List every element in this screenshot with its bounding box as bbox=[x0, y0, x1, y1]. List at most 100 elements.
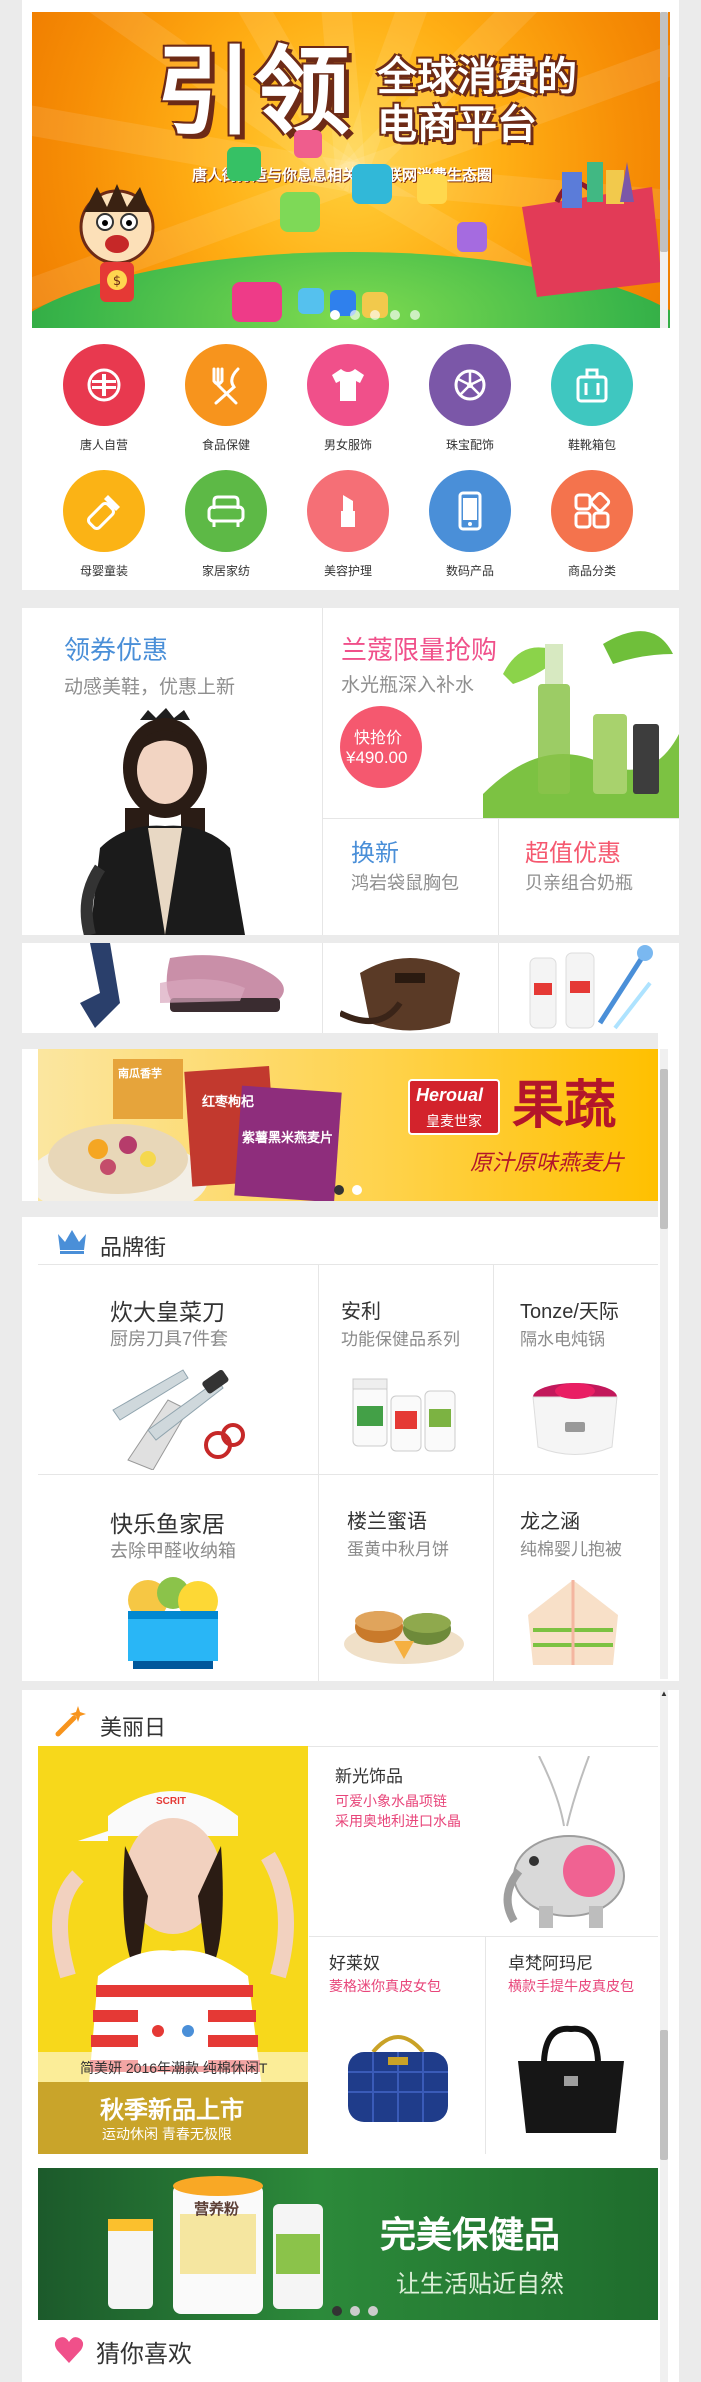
new-arrival-subtitle: 鸿岩袋鼠胸包 bbox=[351, 873, 459, 893]
hero-title-line2: 电商平台 bbox=[377, 102, 537, 148]
brand-subtitle: 蛋黄中秋月饼 bbox=[347, 1540, 449, 1559]
flash-price-label: 快抢价 bbox=[354, 730, 403, 747]
brand-card-knife[interactable]: 炊大皇菜刀 厨房刀具7件套 bbox=[38, 1265, 318, 1474]
health-supplement-banner[interactable]: 营养粉 完美保健品 让生活贴近自然 bbox=[38, 2168, 658, 2320]
leather-bag-card[interactable]: 卓梵阿玛尼 横款手提牛皮真皮包 bbox=[486, 1937, 658, 2154]
svg-text:$: $ bbox=[113, 274, 121, 289]
health-headline: 完美保健品 bbox=[380, 2214, 561, 2255]
flash-price-badge[interactable]: 快抢价 ¥490.00 bbox=[340, 706, 422, 788]
storage-box-photo bbox=[128, 1577, 218, 1669]
autumn-label-block: 秋季新品上市 运动休闲 青春无极限 bbox=[38, 2082, 308, 2154]
leather-bag-title: 卓梵阿玛尼 bbox=[508, 1954, 593, 1973]
necklace-card[interactable]: 新光饰品 可爱小象水晶项链 采用奥地利进口水晶 bbox=[309, 1746, 658, 1936]
category-tangren[interactable]: 唐人自营 bbox=[44, 344, 164, 454]
hero-banner[interactable]: 引领 全球消费的 电商平台 唐人街打造与你息息相关的互联网消费生态圈 $ bbox=[32, 12, 670, 328]
scrollbar-middle[interactable] bbox=[660, 1049, 668, 1679]
scrollbar-top[interactable] bbox=[660, 12, 668, 328]
category-label: 数码产品 bbox=[445, 564, 494, 578]
category-food[interactable]: 食品保健 bbox=[166, 344, 286, 454]
new-arrival-card[interactable]: 换新 鸿岩袋鼠胸包 bbox=[323, 819, 498, 935]
heart-icon bbox=[54, 2337, 84, 2363]
category-beauty[interactable]: 美容护理 bbox=[288, 470, 408, 580]
tshirt-icon bbox=[307, 344, 389, 426]
health-slide-dot[interactable] bbox=[350, 2306, 360, 2316]
autumn-subtitle: 运动休闲 青春无极限 bbox=[102, 2126, 232, 2142]
coupon-subtitle: 动感美鞋，优惠上新 bbox=[64, 677, 236, 698]
app-icon-search bbox=[417, 174, 447, 204]
category-label: 商品分类 bbox=[567, 564, 616, 578]
category-baby[interactable]: 母婴童装 bbox=[44, 470, 164, 580]
category-label: 男女服饰 bbox=[323, 438, 372, 452]
flash-price-value: ¥490.00 bbox=[346, 748, 408, 767]
oat-slide-dot[interactable] bbox=[352, 1185, 362, 1195]
brand-subtitle: 厨房刀具7件套 bbox=[110, 1329, 229, 1349]
hero-slide-dot[interactable] bbox=[350, 310, 360, 320]
brand-card-amway[interactable]: 安利 功能保健品系列 bbox=[319, 1265, 493, 1474]
brand-card-mooncake[interactable]: 楼兰蜜语 蛋黄中秋月饼 bbox=[319, 1475, 493, 1681]
app-icon-wifi bbox=[294, 130, 322, 158]
scrollbar-thumb[interactable] bbox=[660, 1069, 668, 1229]
category-jewelry[interactable]: 珠宝配饰 bbox=[410, 344, 530, 454]
category-label: 唐人自营 bbox=[79, 438, 128, 452]
hero-slide-dot[interactable] bbox=[390, 310, 400, 320]
guess-you-like-title: 猜你喜欢 bbox=[96, 2341, 192, 2368]
smartphone-icon bbox=[429, 470, 511, 552]
scrollbar-thumb[interactable] bbox=[660, 2030, 668, 2160]
category-apparel[interactable]: 男女服饰 bbox=[288, 344, 408, 454]
scrollbar-thumb[interactable] bbox=[660, 12, 668, 252]
can-label: 营养粉 bbox=[194, 2201, 240, 2218]
value-deal-subtitle: 贝亲组合奶瓶 bbox=[525, 873, 633, 893]
sofa-icon bbox=[185, 470, 267, 552]
necklace-subtitle-2: 采用奥地利进口水晶 bbox=[335, 1813, 461, 1829]
category-digital[interactable]: 数码产品 bbox=[410, 470, 530, 580]
brand-title: 炊大皇菜刀 bbox=[110, 1299, 225, 1325]
mooncake-photo bbox=[344, 1611, 464, 1664]
coupon-card[interactable]: 领券优惠 动感美鞋，优惠上新 bbox=[22, 608, 322, 935]
hero-title-big: 引领 bbox=[156, 36, 352, 148]
platform-shoes-photo[interactable] bbox=[60, 943, 300, 1033]
lipstick-icon bbox=[307, 470, 389, 552]
quilted-bag-card[interactable]: 好莱奴 菱格迷你真皮女包 bbox=[309, 1937, 485, 2154]
scroll-up-arrow-icon[interactable]: ▲ bbox=[660, 1690, 668, 1698]
brand-card-storage[interactable]: 快乐鱼家居 去除甲醛收纳箱 bbox=[38, 1475, 318, 1681]
baby-wrap-photo bbox=[528, 1580, 618, 1665]
app-icon-camera bbox=[227, 147, 261, 181]
quilted-bag-subtitle: 菱格迷你真皮女包 bbox=[329, 1978, 441, 1994]
health-slide-dot[interactable] bbox=[332, 2306, 342, 2316]
oat-tagline: 原汁原味燕麦片 bbox=[470, 1150, 625, 1175]
flash-sale-subtitle: 水光瓶深入补水 bbox=[341, 675, 475, 696]
brand-subtitle: 去除甲醛收纳箱 bbox=[110, 1541, 236, 1561]
category-shoes-bags[interactable]: 鞋靴箱包 bbox=[532, 344, 652, 454]
category-label: 美容护理 bbox=[323, 564, 372, 578]
hero-slide-dot[interactable] bbox=[330, 310, 340, 320]
health-slide-dot[interactable] bbox=[368, 2306, 378, 2316]
brand-subtitle: 纯棉婴儿抱被 bbox=[520, 1540, 622, 1559]
supplement-bottles-photo bbox=[352, 1378, 456, 1452]
health-tagline: 让生活贴近自然 bbox=[396, 2271, 564, 2298]
value-deal-card[interactable]: 超值优惠 贝亲组合奶瓶 bbox=[499, 819, 679, 935]
autumn-fashion-banner[interactable]: SCRIT 简美妍 2016年潮款 纯棉休闲T 秋季新品上市 运动休闲 青春无极… bbox=[38, 1746, 308, 2154]
oat-products-photo bbox=[38, 1059, 342, 1201]
blue-quilted-bag-photo bbox=[348, 2035, 448, 2122]
baby-bottles-photo[interactable] bbox=[520, 943, 660, 1033]
shopping-bag-icon bbox=[522, 162, 662, 297]
shopping-cart-icon bbox=[232, 282, 282, 322]
bag-label: 红枣枸杞 bbox=[202, 1094, 255, 1109]
section-gap bbox=[22, 1201, 658, 1217]
oat-slide-dot[interactable] bbox=[334, 1185, 344, 1195]
category-label: 母婴童装 bbox=[79, 564, 128, 578]
oat-cereal-banner[interactable]: 南瓜香芋 红枣枸杞 紫薯黑米燕麦片 Heroual 皇麦世家 果蔬 原汁原味燕麦… bbox=[38, 1049, 658, 1201]
brand-card-tonze[interactable]: Tonze/天际 隔水电炖锅 bbox=[494, 1265, 658, 1474]
scrollbar-bottom[interactable]: ▲ bbox=[660, 1690, 668, 2382]
lancome-bottles-photo bbox=[483, 631, 679, 818]
chest-bag-photo[interactable] bbox=[340, 943, 480, 1033]
brand-title: 楼兰蜜语 bbox=[347, 1511, 427, 1533]
crown-icon bbox=[58, 1230, 86, 1254]
brand-card-baby-wrap[interactable]: 龙之涵 纯棉婴儿抱被 bbox=[494, 1475, 658, 1681]
category-label: 食品保健 bbox=[201, 438, 250, 452]
category-home[interactable]: 家居家纺 bbox=[166, 470, 286, 580]
hero-slide-dot[interactable] bbox=[410, 310, 420, 320]
hero-title-line1: 全球消费的 bbox=[377, 54, 577, 100]
hero-slide-dot[interactable] bbox=[370, 310, 380, 320]
category-all[interactable]: 商品分类 bbox=[532, 470, 652, 580]
